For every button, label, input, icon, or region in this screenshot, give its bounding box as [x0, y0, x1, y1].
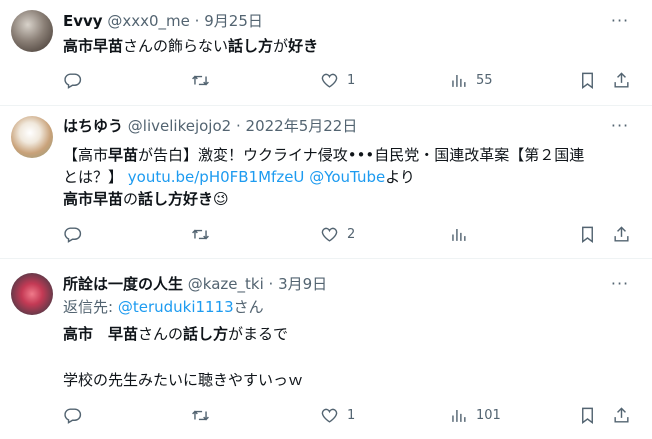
text-segment: 高市早苗 [63, 190, 124, 208]
text-segment: がまるで [228, 325, 289, 343]
heart-icon [320, 406, 339, 425]
bookmark-button[interactable] [578, 69, 597, 91]
more-icon[interactable]: ··· [610, 116, 630, 136]
reply-to-link[interactable]: @teruduki1113 [118, 298, 234, 316]
views-button[interactable]: 101 [449, 404, 501, 426]
text-segment: より [385, 168, 415, 186]
handle[interactable]: @livelikejojo2 [128, 117, 231, 135]
heart-icon [320, 71, 339, 90]
view-count: 55 [476, 72, 493, 88]
tweet[interactable]: 所詮は一度の人生 @kaze_tki · 3月9日 ··· 返信先: @teru… [0, 259, 652, 439]
avatar[interactable] [11, 116, 53, 158]
display-name[interactable]: 所詮は一度の人生 [63, 275, 183, 293]
tweet[interactable]: はちゆう @livelikejojo2 · 2022年5月22日 ··· 【高市… [0, 106, 652, 258]
views-icon [449, 225, 468, 244]
share-button[interactable] [612, 404, 631, 426]
action-bar: 2 [63, 223, 643, 245]
reply-icon [63, 406, 82, 425]
bookmark-icon [578, 71, 597, 90]
views-button[interactable] [449, 223, 476, 245]
like-count: 2 [347, 226, 356, 242]
tweet-text-line: 高市 早苗さんの話し方がまるで [63, 323, 643, 345]
separator-dot: · [194, 12, 200, 30]
text-segment: 学校の先生みたいに聴きやすいっｗ [63, 371, 304, 389]
text-segment: とは？】 [63, 168, 128, 186]
views-icon [449, 71, 468, 90]
share-icon [612, 225, 631, 244]
handle[interactable]: @xxx0_me [107, 12, 190, 30]
tweet-text: 高市早苗さんの飾らない話し方が好き [63, 35, 643, 57]
bookmark-button[interactable] [578, 223, 597, 245]
tweet[interactable]: Evvy @xxx0_me · 9月25日 ··· 高市早苗さんの飾らない話し方… [0, 0, 652, 104]
tweet-header: 所詮は一度の人生 @kaze_tki · 3月9日 [63, 274, 327, 294]
like-button[interactable]: 2 [320, 223, 355, 245]
share-icon [612, 406, 631, 425]
more-icon[interactable]: ··· [610, 11, 630, 31]
tweet-text-line: とは？】 youtu.be/pH0FB1MfzeU @YouTubeより [63, 166, 643, 188]
retweet-icon [191, 406, 210, 425]
reply-button[interactable] [63, 404, 90, 426]
share-button[interactable] [612, 223, 631, 245]
share-icon [612, 71, 631, 90]
retweet-icon [191, 71, 210, 90]
text-segment: さんの [138, 325, 184, 343]
reply-suffix: さん [233, 298, 264, 316]
reply-icon [63, 225, 82, 244]
text-segment: 話し方 [183, 325, 229, 343]
text-segment: の [123, 190, 139, 208]
retweet-button[interactable] [191, 404, 218, 426]
retweet-button[interactable] [191, 69, 218, 91]
text-segment: が [273, 37, 289, 55]
bookmark-icon [578, 406, 597, 425]
text-segment: が告白】激変！ウクライナ侵攻•••自民党・国連改革案【第２国連 [138, 146, 585, 164]
text-segment: さんの飾らない [123, 37, 229, 55]
more-icon[interactable]: ··· [610, 274, 630, 294]
text-segment: 好き [288, 37, 319, 55]
timestamp[interactable]: 9月25日 [204, 12, 263, 30]
text-segment: 【高市 [63, 146, 109, 164]
action-bar: 1 55 [63, 69, 643, 91]
tweet-text-line: 学校の先生みたいに聴きやすいっｗ [63, 369, 643, 391]
display-name[interactable]: はちゆう [63, 117, 123, 135]
text-segment: 高市 早苗 [63, 325, 139, 343]
retweet-icon [191, 225, 210, 244]
reply-context: 返信先: @teruduki1113さん [63, 297, 264, 317]
tweet-text-line: 【高市早苗が告白】激変！ウクライナ侵攻•••自民党・国連改革案【第２国連 [63, 144, 643, 166]
share-button[interactable] [612, 69, 631, 91]
handle[interactable]: @kaze_tki [188, 275, 264, 293]
text-segment: 話し方 [228, 37, 274, 55]
text-segment: 話し方好き [138, 190, 214, 208]
timestamp[interactable]: 3月9日 [278, 275, 327, 293]
views-icon [449, 406, 468, 425]
timestamp[interactable]: 2022年5月22日 [246, 117, 358, 135]
text-segment: 早苗 [108, 146, 139, 164]
tweet-header: Evvy @xxx0_me · 9月25日 [63, 11, 263, 31]
reply-prefix: 返信先: [63, 298, 118, 316]
bookmark-icon [578, 225, 597, 244]
reply-icon [63, 71, 82, 90]
mention-link[interactable]: @YouTube [309, 168, 385, 186]
avatar[interactable] [11, 273, 53, 315]
tweet-text-line: 高市早苗の話し方好き😉 [63, 188, 643, 210]
text-segment: 高市早苗 [63, 37, 124, 55]
avatar[interactable] [11, 10, 53, 52]
video-link[interactable]: youtu.be/pH0FB1MfzeU [128, 168, 305, 186]
retweet-button[interactable] [191, 223, 218, 245]
display-name[interactable]: Evvy [63, 12, 103, 30]
wink-emoji: 😉 [213, 190, 229, 208]
like-button[interactable]: 1 [320, 69, 355, 91]
reply-button[interactable] [63, 223, 90, 245]
like-count: 1 [347, 72, 356, 88]
bookmark-button[interactable] [578, 404, 597, 426]
view-count: 101 [476, 407, 501, 423]
separator-dot: · [268, 275, 274, 293]
like-button[interactable]: 1 [320, 404, 355, 426]
like-count: 1 [347, 407, 356, 423]
views-button[interactable]: 55 [449, 69, 493, 91]
heart-icon [320, 225, 339, 244]
action-bar: 1 101 [63, 404, 643, 426]
separator-dot: · [235, 117, 241, 135]
reply-button[interactable] [63, 69, 90, 91]
tweet-header: はちゆう @livelikejojo2 · 2022年5月22日 [63, 116, 357, 136]
